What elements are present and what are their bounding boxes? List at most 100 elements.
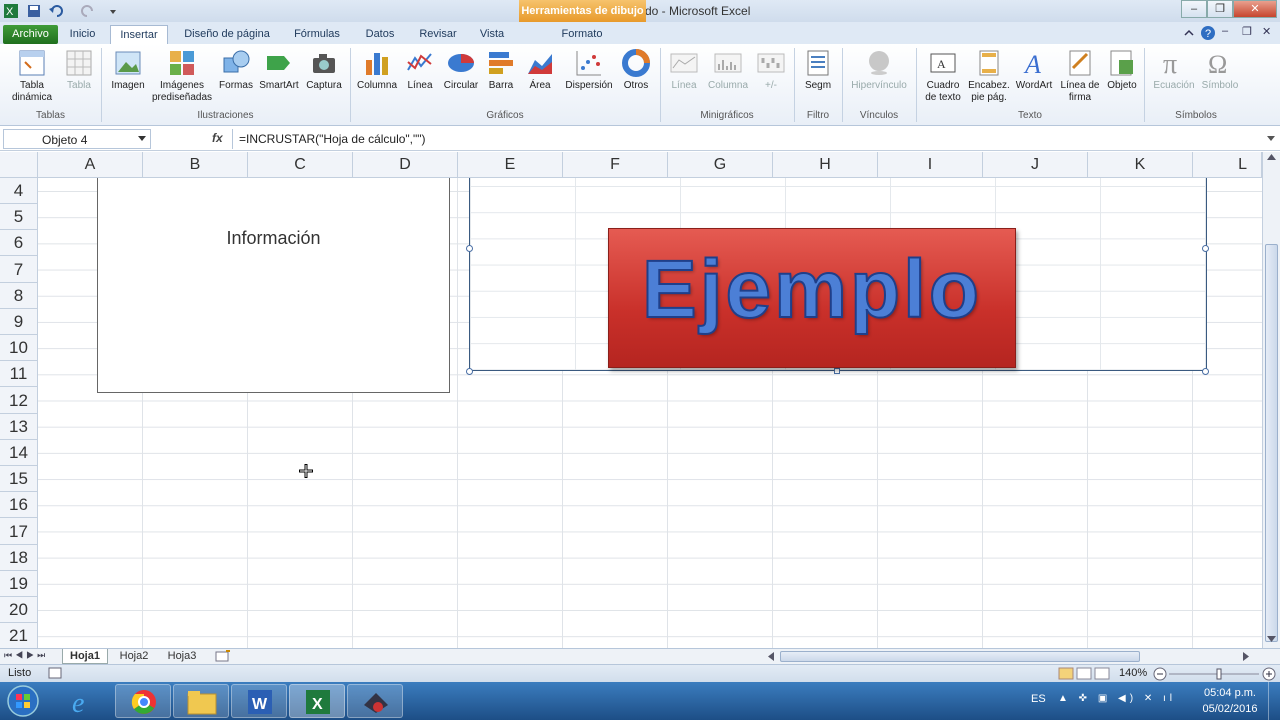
row-header[interactable]: 6 bbox=[0, 230, 37, 257]
scroll-up-icon[interactable] bbox=[1267, 154, 1276, 160]
row-header[interactable]: 19 bbox=[0, 571, 37, 597]
sheet-tab-hoja3[interactable]: Hoja3 bbox=[160, 649, 204, 664]
column-header[interactable]: B bbox=[143, 152, 248, 178]
row-header[interactable]: 8 bbox=[0, 283, 37, 309]
tab-insertar[interactable]: Insertar bbox=[110, 25, 168, 44]
resize-handle[interactable] bbox=[1202, 245, 1209, 252]
select-all-corner[interactable] bbox=[0, 152, 38, 178]
tab-vista[interactable]: Vista bbox=[472, 25, 512, 44]
app-taskbar-icon[interactable] bbox=[347, 684, 403, 718]
workbook-minimize-icon[interactable]: – bbox=[1222, 25, 1228, 37]
column-header[interactable]: I bbox=[878, 152, 983, 178]
pie-chart-button[interactable]: Circular bbox=[440, 48, 482, 92]
column-header[interactable]: J bbox=[983, 152, 1088, 178]
screenshot-button[interactable]: Captura bbox=[302, 48, 346, 92]
column-header[interactable]: E bbox=[458, 152, 563, 178]
vertical-scroll-thumb[interactable] bbox=[1265, 244, 1278, 642]
row-header[interactable]: 9 bbox=[0, 309, 37, 335]
column-header[interactable]: G bbox=[668, 152, 773, 178]
zoom-level[interactable]: 140% bbox=[1119, 667, 1147, 679]
smartart-button[interactable]: SmartArt bbox=[256, 48, 302, 92]
view-buttons-icon[interactable] bbox=[1058, 667, 1110, 680]
tab-formato[interactable]: Formato bbox=[540, 25, 624, 44]
workbook-restore-icon[interactable]: ❐ bbox=[1242, 25, 1252, 38]
minimize-button[interactable]: – bbox=[1181, 0, 1207, 18]
chevron-down-icon[interactable] bbox=[138, 136, 146, 142]
header-footer-button[interactable]: Encabez. pie pág. bbox=[966, 48, 1012, 104]
row-header[interactable]: 15 bbox=[0, 466, 37, 493]
column-header[interactable]: C bbox=[248, 152, 353, 178]
resize-handle[interactable] bbox=[1202, 368, 1209, 375]
column-header[interactable]: K bbox=[1088, 152, 1193, 178]
column-chart-button[interactable]: Columna bbox=[354, 48, 400, 92]
row-header[interactable]: 13 bbox=[0, 414, 37, 440]
hyperlink-button[interactable]: Hipervínculo bbox=[846, 48, 912, 92]
tab-inicio[interactable]: Inicio bbox=[60, 25, 105, 44]
column-header[interactable]: F bbox=[563, 152, 668, 178]
workbook-close-icon[interactable]: ✕ bbox=[1262, 25, 1271, 38]
sparkline-winloss-button[interactable]: +/- bbox=[754, 48, 788, 92]
wordart-button[interactable]: A WordArt bbox=[1012, 48, 1056, 92]
scroll-down-icon[interactable] bbox=[1267, 636, 1276, 642]
signature-line-button[interactable]: Línea de firma bbox=[1056, 48, 1104, 104]
row-header[interactable]: 18 bbox=[0, 545, 37, 571]
excel-taskbar-icon[interactable]: X bbox=[289, 684, 345, 718]
horizontal-scroll-thumb[interactable] bbox=[780, 651, 1140, 662]
row-header[interactable]: 21 bbox=[0, 623, 37, 648]
scroll-left-icon[interactable] bbox=[768, 652, 774, 661]
clipart-button[interactable]: Imágenes prediseñadas bbox=[148, 48, 216, 104]
row-header[interactable]: 14 bbox=[0, 440, 37, 466]
insert-sheet-icon[interactable] bbox=[214, 650, 232, 663]
clock-time[interactable]: 05:04 p.m. bbox=[1200, 687, 1260, 699]
help-icon[interactable]: ? bbox=[1200, 25, 1216, 41]
explorer-taskbar-icon[interactable] bbox=[173, 684, 229, 718]
row-header[interactable]: 4 bbox=[0, 178, 37, 204]
row-header[interactable]: 17 bbox=[0, 519, 37, 545]
row-header[interactable]: 16 bbox=[0, 492, 37, 519]
restore-button[interactable]: ❐ bbox=[1207, 0, 1233, 18]
sheet-tab-hoja1[interactable]: Hoja1 bbox=[62, 649, 108, 664]
area-chart-button[interactable]: Área bbox=[522, 48, 558, 92]
close-button[interactable]: ✕ bbox=[1233, 0, 1277, 18]
shapes-button[interactable]: Formas bbox=[216, 48, 256, 92]
embedded-example-shape[interactable]: Ejemplo bbox=[608, 228, 1016, 368]
show-desktop-button[interactable] bbox=[1268, 682, 1280, 720]
sparkline-line-button[interactable]: Línea bbox=[664, 48, 704, 92]
scatter-chart-button[interactable]: Dispersión bbox=[560, 48, 618, 92]
tray-icons[interactable]: ▲ ✜ ▣ ◀) ✕ ıl bbox=[1058, 693, 1176, 704]
minimize-ribbon-icon[interactable] bbox=[1183, 27, 1195, 39]
info-textbox[interactable]: Información bbox=[97, 178, 450, 393]
tab-datos[interactable]: Datos bbox=[356, 25, 404, 44]
row-header[interactable]: 7 bbox=[0, 257, 37, 283]
other-charts-button[interactable]: Otros bbox=[618, 48, 654, 92]
chrome-taskbar-icon[interactable] bbox=[115, 684, 171, 718]
sparkline-column-button[interactable]: Columna bbox=[704, 48, 752, 92]
insert-function-icon[interactable]: fx bbox=[212, 131, 223, 145]
column-header[interactable]: A bbox=[38, 152, 143, 178]
slicer-button[interactable]: Segm bbox=[798, 48, 838, 92]
table-button[interactable]: Tabla bbox=[60, 48, 98, 92]
start-button-icon[interactable] bbox=[6, 684, 40, 718]
ie-taskbar-icon[interactable]: e bbox=[56, 684, 112, 719]
equation-button[interactable]: π Ecuación bbox=[1148, 48, 1200, 92]
tab-diseno-pagina[interactable]: Diseño de página bbox=[178, 25, 276, 44]
row-header[interactable]: 20 bbox=[0, 597, 37, 624]
resize-handle[interactable] bbox=[466, 245, 473, 252]
vertical-scrollbar[interactable] bbox=[1262, 152, 1280, 648]
zoom-slider[interactable] bbox=[1153, 667, 1277, 681]
tab-formulas[interactable]: Fórmulas bbox=[284, 25, 350, 44]
row-header[interactable]: 10 bbox=[0, 335, 37, 362]
textbox-button[interactable]: A Cuadro de texto bbox=[920, 48, 966, 104]
object-button[interactable]: Objeto bbox=[1104, 48, 1140, 92]
expand-formula-bar-icon[interactable] bbox=[1266, 135, 1276, 143]
row-header[interactable]: 11 bbox=[0, 361, 37, 388]
resize-handle[interactable] bbox=[834, 368, 840, 374]
name-box[interactable]: Objeto 4 bbox=[3, 129, 151, 149]
image-button[interactable]: Imagen bbox=[106, 48, 150, 92]
column-header[interactable]: H bbox=[773, 152, 878, 178]
sheet-tab-hoja2[interactable]: Hoja2 bbox=[112, 649, 156, 664]
language-indicator[interactable]: ES bbox=[1031, 693, 1046, 705]
resize-handle[interactable] bbox=[466, 368, 473, 375]
column-header[interactable]: L bbox=[1193, 152, 1262, 178]
scroll-right-icon[interactable] bbox=[1243, 652, 1249, 661]
